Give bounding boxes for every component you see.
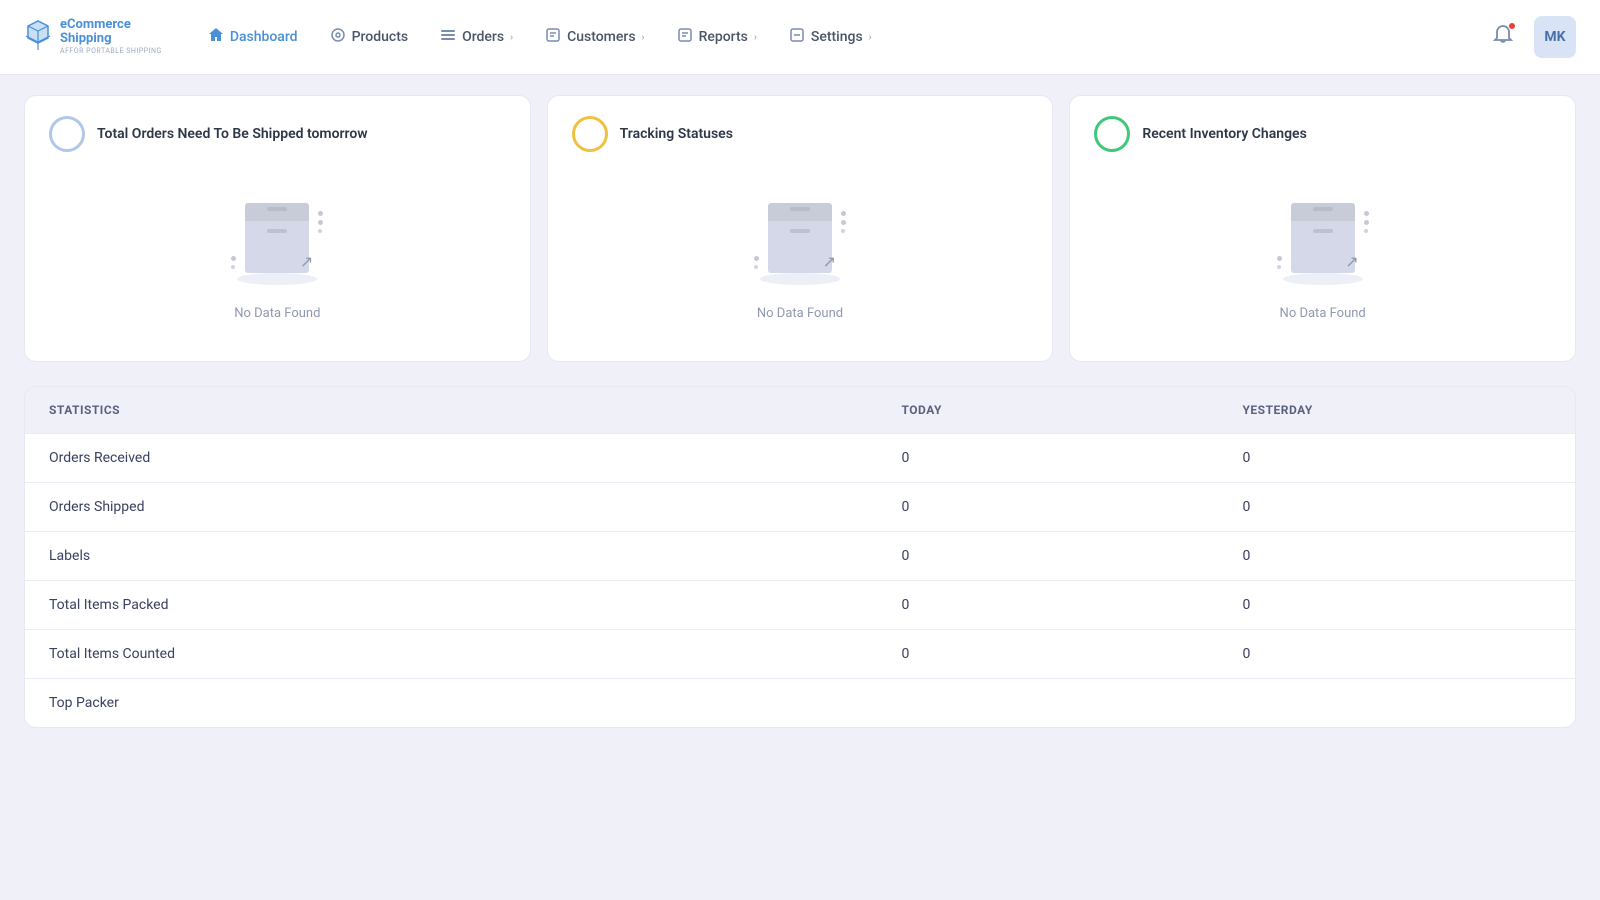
logo-ecommerce: eCommerce [60,18,162,32]
main-content: Total Orders Need To Be Shipped tomorrow [0,75,1600,748]
tracking-box-illustration: ↗ [745,184,855,294]
orders-chevron-icon: › [510,32,513,43]
orders-box-illustration: ↗ [222,184,332,294]
customers-chevron-icon: › [642,32,645,43]
tracking-card-title: Tracking Statuses [620,126,733,142]
orders-card-title: Total Orders Need To Be Shipped tomorrow [97,126,368,142]
stat-yesterday: 0 [1219,630,1576,679]
avatar-initials: MK [1544,29,1565,45]
inventory-card: Recent Inventory Changes [1069,95,1576,362]
stats-row: Total Items Packed 0 0 [25,581,1575,630]
stat-today: 0 [878,581,1219,630]
inventory-card-image: ↗ No Data Found [1268,168,1378,333]
tracking-no-data: No Data Found [757,306,843,321]
stats-table-body: Orders Received 0 0 Orders Shipped 0 0 L… [25,434,1575,728]
inventory-no-data: No Data Found [1280,306,1366,321]
nav-item-customers[interactable]: Customers › [531,19,658,55]
nav-item-settings[interactable]: Settings › [775,19,886,55]
statistics-table: STATISTICS TODAY YESTERDAY Orders Receiv… [25,387,1575,727]
orders-circle-icon [49,116,85,152]
stat-yesterday: 0 [1219,483,1576,532]
logo-text: eCommerce Shipping AFFOR PORTABLE SHIPPI… [60,18,162,56]
nav-label-reports: Reports [699,29,748,45]
nav-label-orders: Orders [462,29,504,45]
orders-card: Total Orders Need To Be Shipped tomorrow [24,95,531,362]
home-icon [208,27,224,47]
header-right: MK [1488,16,1576,58]
stat-label: Orders Shipped [25,483,878,532]
stats-table-head: STATISTICS TODAY YESTERDAY [25,387,1575,434]
logo-icon [24,18,52,57]
tracking-card-header: Tracking Statuses [572,116,1029,152]
stats-row: Labels 0 0 [25,532,1575,581]
main-nav: Dashboard Products Orders › Customers › [194,19,1488,55]
nav-label-settings: Settings [811,29,863,45]
inventory-box-illustration: ↗ [1268,184,1378,294]
nav-item-dashboard[interactable]: Dashboard [194,19,312,55]
notifications-bell[interactable] [1488,20,1518,55]
header: eCommerce Shipping AFFOR PORTABLE SHIPPI… [0,0,1600,75]
stat-today: 0 [878,532,1219,581]
nav-item-orders[interactable]: Orders › [426,19,527,55]
stats-row: Total Items Counted 0 0 [25,630,1575,679]
stat-today [878,679,1219,728]
stat-label: Total Items Packed [25,581,878,630]
reports-chevron-icon: › [754,32,757,43]
nav-label-products: Products [352,29,409,45]
stat-today: 0 [878,630,1219,679]
logo[interactable]: eCommerce Shipping AFFOR PORTABLE SHIPPI… [24,18,162,57]
stats-row: Orders Received 0 0 [25,434,1575,483]
settings-icon [789,27,805,47]
nav-item-products[interactable]: Products [316,19,423,55]
cards-row: Total Orders Need To Be Shipped tomorrow [24,95,1576,362]
stats-header-row: STATISTICS TODAY YESTERDAY [25,387,1575,434]
customers-icon [545,27,561,47]
notification-dot [1508,22,1516,30]
inventory-card-header: Recent Inventory Changes [1094,116,1551,152]
logo-shipping: Shipping [60,32,162,46]
stats-row: Orders Shipped 0 0 [25,483,1575,532]
stat-yesterday: 0 [1219,581,1576,630]
orders-card-image: ↗ No Data Found [222,168,332,333]
stat-yesterday: 0 [1219,532,1576,581]
reports-icon [677,27,693,47]
col-header-today: TODAY [878,387,1219,434]
tracking-card-image: ↗ No Data Found [745,168,855,333]
stat-label: Orders Received [25,434,878,483]
stat-yesterday: 0 [1219,434,1576,483]
stat-label: Top Packer [25,679,878,728]
logo-tagline: AFFOR PORTABLE SHIPPING [60,48,162,56]
inventory-card-title: Recent Inventory Changes [1142,126,1306,142]
stat-label: Labels [25,532,878,581]
orders-card-header: Total Orders Need To Be Shipped tomorrow [49,116,506,152]
nav-label-customers: Customers [567,29,635,45]
settings-chevron-icon: › [869,32,872,43]
products-icon [330,27,346,47]
nav-item-reports[interactable]: Reports › [663,19,771,55]
tracking-circle-icon [572,116,608,152]
orders-icon [440,27,456,47]
col-header-yesterday: YESTERDAY [1219,387,1576,434]
col-header-statistics: STATISTICS [25,387,878,434]
inventory-circle-icon [1094,116,1130,152]
stat-yesterday [1219,679,1576,728]
orders-no-data: No Data Found [234,306,320,321]
statistics-section: STATISTICS TODAY YESTERDAY Orders Receiv… [24,386,1576,728]
nav-label-dashboard: Dashboard [230,29,298,45]
user-avatar[interactable]: MK [1534,16,1576,58]
tracking-card: Tracking Statuses [547,95,1054,362]
stat-label: Total Items Counted [25,630,878,679]
stat-today: 0 [878,483,1219,532]
stats-row: Top Packer [25,679,1575,728]
stat-today: 0 [878,434,1219,483]
